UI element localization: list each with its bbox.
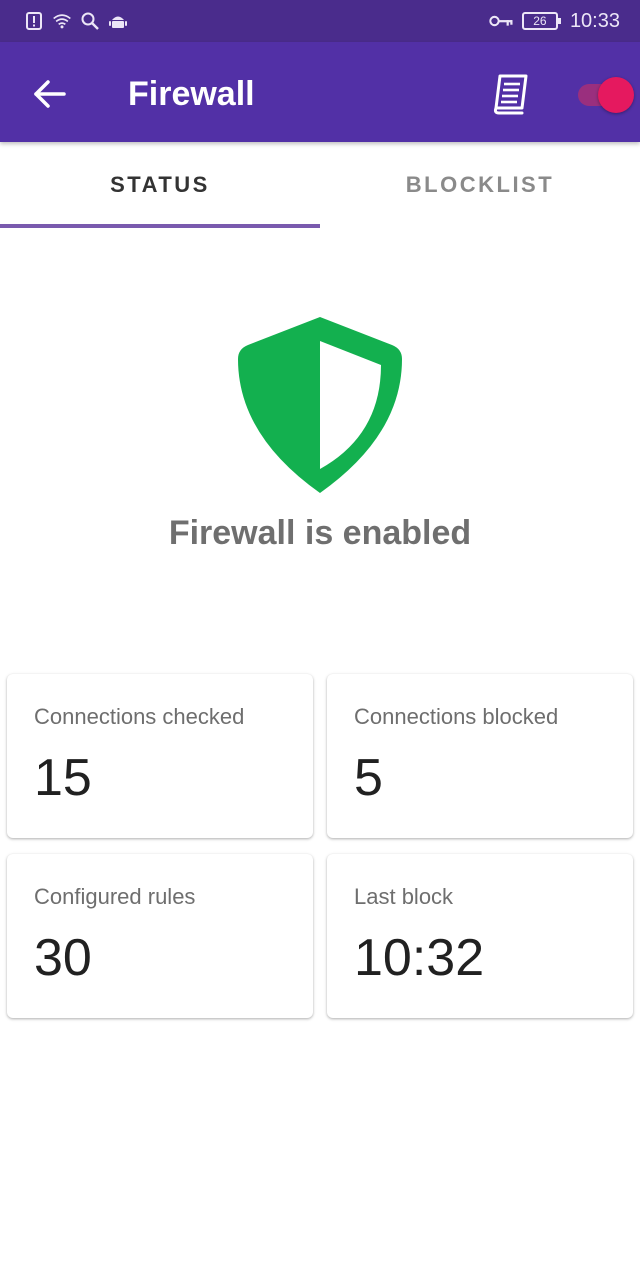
tab-blocklist[interactable]: BLOCKLIST <box>320 142 640 228</box>
toggle-thumb <box>598 77 634 113</box>
tab-bar: STATUS BLOCKLIST <box>0 142 640 228</box>
tab-label: STATUS <box>110 172 210 197</box>
docs-button[interactable] <box>488 72 534 116</box>
stat-label: Connections blocked <box>354 704 559 729</box>
stat-card-connections-checked: Connections checked 15 <box>7 674 313 838</box>
search-icon <box>81 12 99 30</box>
android-icon <box>109 16 127 28</box>
back-button[interactable] <box>28 72 72 116</box>
page-title: Firewall <box>128 75 255 113</box>
stat-label: Configured rules <box>34 884 196 909</box>
stat-card-last-block: Last block 10:32 <box>327 854 633 1018</box>
app-bar: Firewall <box>0 42 640 142</box>
status-bar-right: 26 10:33 <box>488 10 620 33</box>
stat-label: Last block <box>354 884 454 909</box>
clock: 10:33 <box>569 9 620 32</box>
firewall-status-text: Firewall is enabled <box>168 514 472 552</box>
firewall-toggle[interactable] <box>574 74 636 114</box>
status-bar: 26 10:33 <box>0 0 640 42</box>
alert-icon <box>26 12 42 30</box>
vpn-key-icon <box>489 15 513 27</box>
tab-label: BLOCKLIST <box>405 172 555 197</box>
stat-label: Connections checked <box>34 704 245 729</box>
status-bar-left <box>24 11 128 31</box>
tab-status[interactable]: STATUS <box>0 142 320 228</box>
stat-value: 15 <box>34 749 92 807</box>
stat-card-configured-rules: Configured rules 30 <box>7 854 313 1018</box>
battery-level: 26 <box>533 14 547 28</box>
stat-value: 5 <box>354 749 383 807</box>
stat-card-connections-blocked: Connections blocked 5 <box>327 674 633 838</box>
battery-icon: 26 <box>521 12 561 30</box>
tab-indicator <box>0 224 320 228</box>
stat-value: 10:32 <box>354 929 485 987</box>
stat-value: 30 <box>34 929 92 987</box>
book-icon <box>493 74 528 115</box>
back-arrow-icon <box>34 80 66 108</box>
wifi-icon <box>53 14 71 29</box>
shield-icon <box>238 317 402 493</box>
